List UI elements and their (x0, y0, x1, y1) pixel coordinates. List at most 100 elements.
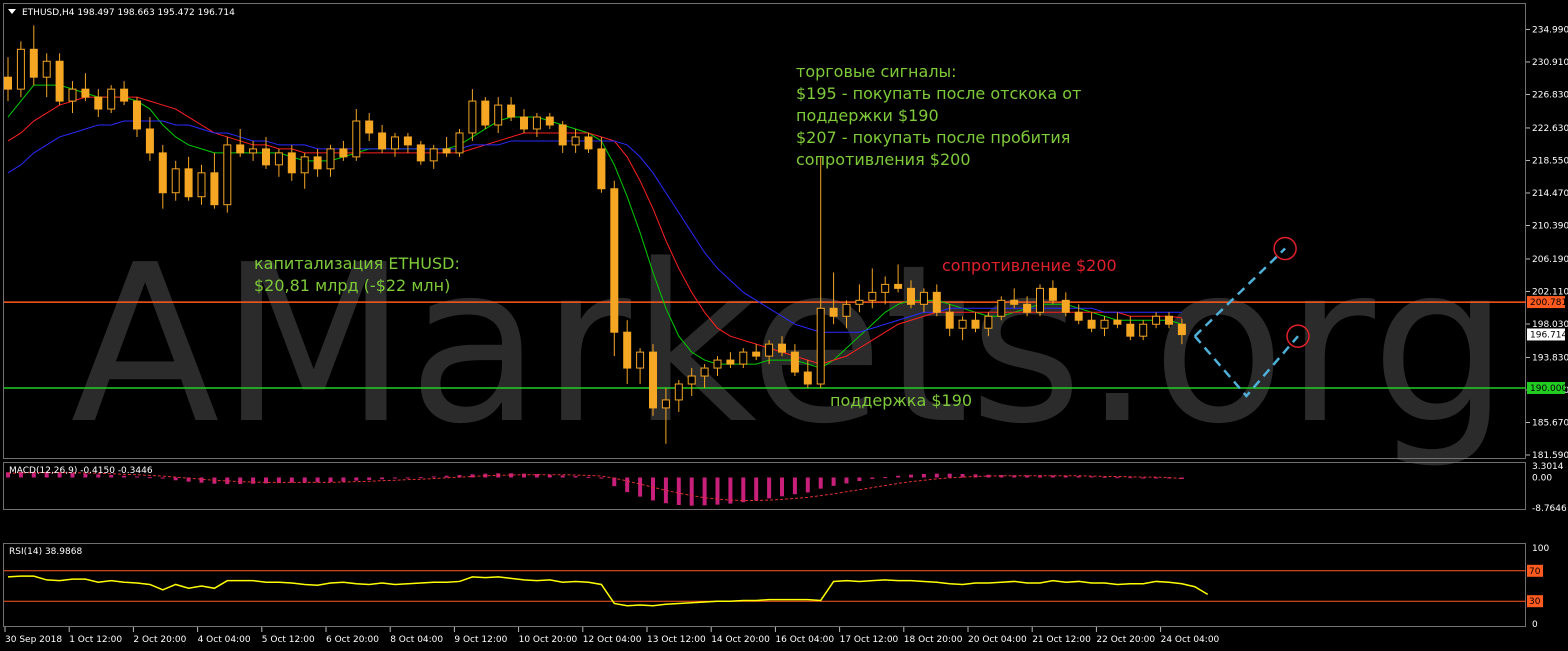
rsi-level-tag: 30 (1529, 597, 1541, 607)
time-tick-label: 14 Oct 20:00 (711, 635, 770, 645)
macd-bar (767, 477, 772, 499)
bull-candle (107, 88, 116, 110)
bull-candle (1152, 315, 1161, 325)
time-tick-label: 2 Oct 20:00 (133, 635, 186, 645)
bull-candle (868, 291, 877, 301)
bear-candle (907, 287, 915, 305)
macd-bar (896, 475, 901, 478)
resistance-label: сопротивление $200 (942, 256, 1117, 275)
bull-candle (68, 88, 77, 102)
macd-bar (199, 477, 204, 483)
bull-candle (455, 132, 464, 154)
bull-candle (571, 136, 580, 146)
bull-candle (739, 351, 748, 365)
macd-bar (238, 477, 243, 485)
time-tick-label: 4 Oct 04:00 (198, 635, 251, 645)
bull-candle (958, 319, 967, 329)
bear-candle (4, 76, 12, 90)
macd-bar (122, 475, 127, 478)
bull-candle (674, 383, 683, 401)
bull-candle (532, 116, 541, 130)
macd-bar (1115, 477, 1120, 479)
bear-candle (945, 311, 954, 329)
time-tick-label: 9 Oct 12:00 (454, 635, 507, 645)
bear-candle (81, 88, 90, 98)
time-tick-label: 20 Oct 04:00 (968, 635, 1027, 645)
price-tick-label: 210.390 (1532, 221, 1568, 231)
bear-candle (339, 148, 348, 158)
macd-signal-line (7, 472, 1182, 501)
signals-annotation: торговые сигналы: $195 - покупать после … (796, 62, 1081, 169)
price-tick-label: 222.630 (1532, 124, 1568, 134)
bear-candle (507, 104, 516, 118)
time-tick-label: 1 Oct 12:00 (69, 635, 122, 645)
macd-bar (780, 477, 784, 497)
bear-candle (649, 351, 657, 409)
macd-bar (315, 477, 320, 483)
time-tick-label: 24 Oct 04:00 (1161, 635, 1220, 645)
macd-bar (702, 477, 707, 506)
bull-candle (249, 148, 258, 154)
price-tick-label: 193.830 (1532, 353, 1568, 363)
macd-bar (341, 477, 346, 482)
bull-candle (468, 100, 477, 134)
bear-candle (1126, 323, 1135, 337)
time-tick-label: 18 Oct 20:00 (904, 635, 963, 645)
bull-candle (326, 148, 335, 170)
bull-candle (636, 351, 645, 369)
signals-line: сопротивления $200 (796, 150, 971, 169)
macd-bar (934, 473, 939, 478)
macd-bar (560, 475, 565, 478)
macd-bar (444, 475, 449, 478)
cap-line: $20,81 млрд (-$22 млн) (254, 276, 450, 295)
bear-candle (287, 152, 296, 174)
dropdown-arrow-icon[interactable] (8, 9, 16, 14)
time-tick-label: 17 Oct 12:00 (840, 635, 899, 645)
signals-line: $207 - покупать после пробития (796, 128, 1070, 147)
bear-candle (932, 291, 941, 313)
bull-candle (997, 299, 1006, 317)
macd-bar (1089, 476, 1094, 478)
bear-candle (623, 331, 632, 369)
macd-bar (418, 477, 423, 479)
bull-candle (429, 148, 438, 162)
bear-candle (778, 343, 786, 353)
time-tick-label: 13 Oct 12:00 (647, 635, 706, 645)
bull-candle (171, 168, 180, 194)
bear-candle (133, 100, 141, 130)
bear-candle (545, 116, 554, 126)
bear-candle (610, 188, 619, 333)
macd-bar (380, 477, 385, 480)
bear-candle (442, 148, 451, 154)
price-tick-label: 181.590 (1532, 451, 1568, 461)
macd-bar (354, 477, 359, 481)
price-tick-label: 214.470 (1532, 189, 1568, 199)
macd-bar (431, 476, 436, 478)
macd-bar (676, 477, 681, 505)
price-tick-label: 226.830 (1532, 90, 1568, 100)
macd-bar (367, 477, 372, 480)
bear-candle (790, 351, 799, 373)
time-tick-label: 8 Oct 04:00 (390, 635, 443, 645)
bull-candle (984, 315, 993, 329)
bull-candle (700, 367, 709, 377)
bull-candle (391, 136, 399, 150)
macd-tick-label: 0.00 (1532, 473, 1552, 483)
bear-candle (803, 371, 812, 385)
macd-bar (792, 477, 797, 495)
bear-candle (145, 128, 154, 154)
rsi-tick-label: 100 (1532, 544, 1549, 554)
macd-bar (870, 477, 875, 479)
macd-bar (844, 477, 849, 484)
price-tick-label: 230.910 (1532, 58, 1568, 68)
macd-bar (689, 477, 694, 506)
macd-bar (599, 477, 604, 479)
bear-candle (210, 172, 219, 206)
bull-candle (274, 152, 283, 166)
chart-header: ETHUSD,H4 198.497 198.663 195.472 196.71… (22, 8, 235, 18)
bull-candle (352, 120, 361, 158)
bear-candle (236, 144, 245, 154)
bull-candle (661, 399, 670, 409)
macd-bar (818, 477, 823, 489)
macd-tick-label: -8.7646 (1532, 504, 1567, 514)
